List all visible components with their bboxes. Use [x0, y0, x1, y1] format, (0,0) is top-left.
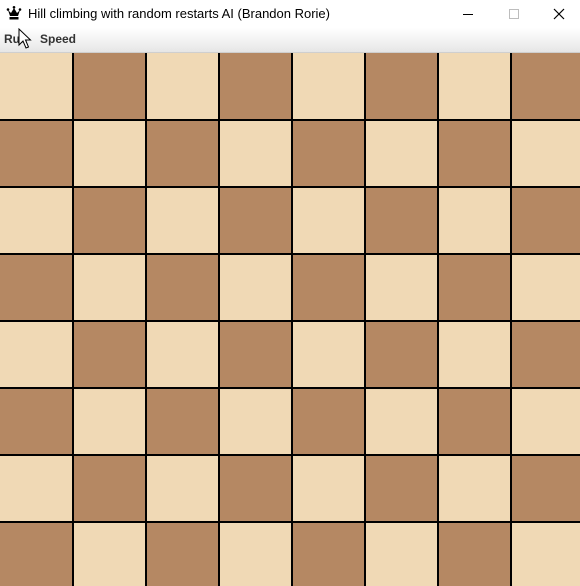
board-square[interactable]	[147, 456, 218, 521]
board-square[interactable]	[0, 53, 72, 119]
title-bar[interactable]: Hill climbing with random restarts AI (B…	[0, 0, 580, 28]
board-square[interactable]	[220, 456, 291, 521]
maximize-icon	[509, 9, 519, 19]
menu-speed[interactable]: Speed	[40, 32, 76, 46]
board-square[interactable]	[512, 456, 580, 521]
mouse-cursor-icon	[18, 28, 32, 49]
board-square[interactable]	[0, 389, 72, 454]
minimize-button[interactable]	[445, 0, 491, 28]
queen-icon	[6, 6, 22, 20]
board-square[interactable]	[439, 456, 510, 521]
board-square[interactable]	[293, 456, 364, 521]
board-square[interactable]	[512, 389, 580, 454]
board-square[interactable]	[293, 322, 364, 387]
board-square[interactable]	[512, 121, 580, 186]
board-square[interactable]	[74, 255, 145, 320]
board-square[interactable]	[0, 456, 72, 521]
board-square[interactable]	[220, 255, 291, 320]
board-square[interactable]	[293, 53, 364, 119]
board-square[interactable]	[0, 255, 72, 320]
board-square[interactable]	[147, 53, 218, 119]
board-square[interactable]	[366, 53, 437, 119]
board-square[interactable]	[74, 322, 145, 387]
board-square[interactable]	[147, 188, 218, 253]
board-square[interactable]	[293, 389, 364, 454]
board-square[interactable]	[293, 523, 364, 586]
board-square[interactable]	[366, 523, 437, 586]
board-square[interactable]	[74, 389, 145, 454]
maximize-button[interactable]	[491, 0, 537, 28]
board-square[interactable]	[0, 188, 72, 253]
board-square[interactable]	[512, 53, 580, 119]
board-square[interactable]	[439, 53, 510, 119]
board-square[interactable]	[74, 188, 145, 253]
board-square[interactable]	[220, 188, 291, 253]
board-square[interactable]	[220, 53, 291, 119]
board-square[interactable]	[439, 389, 510, 454]
board-square[interactable]	[0, 523, 72, 586]
board-square[interactable]	[220, 322, 291, 387]
board-square[interactable]	[512, 255, 580, 320]
board-square[interactable]	[439, 255, 510, 320]
board-square[interactable]	[439, 188, 510, 253]
board-square[interactable]	[366, 322, 437, 387]
board-square[interactable]	[0, 121, 72, 186]
board-square[interactable]	[366, 456, 437, 521]
board-square[interactable]	[439, 322, 510, 387]
close-button[interactable]	[536, 0, 580, 28]
board-square[interactable]	[366, 188, 437, 253]
board-square[interactable]	[147, 322, 218, 387]
board-square[interactable]	[220, 523, 291, 586]
board-square[interactable]	[512, 322, 580, 387]
board-square[interactable]	[366, 255, 437, 320]
board-square[interactable]	[147, 523, 218, 586]
board-square[interactable]	[293, 188, 364, 253]
board-square[interactable]	[74, 53, 145, 119]
chess-board[interactable]	[0, 53, 580, 586]
window-title: Hill climbing with random restarts AI (B…	[28, 6, 330, 21]
close-icon	[553, 8, 565, 20]
board-square[interactable]	[220, 389, 291, 454]
board-square[interactable]	[366, 389, 437, 454]
board-square[interactable]	[0, 322, 72, 387]
board-square[interactable]	[147, 389, 218, 454]
board-square[interactable]	[220, 121, 291, 186]
board-square[interactable]	[439, 121, 510, 186]
menu-bar: Run Speed	[0, 28, 580, 53]
board-square[interactable]	[293, 255, 364, 320]
board-square[interactable]	[74, 523, 145, 586]
board-square[interactable]	[366, 121, 437, 186]
board-square[interactable]	[147, 121, 218, 186]
board-square[interactable]	[293, 121, 364, 186]
app-window: Hill climbing with random restarts AI (B…	[0, 0, 580, 586]
board-square[interactable]	[512, 188, 580, 253]
board-square[interactable]	[439, 523, 510, 586]
minimize-icon	[463, 14, 473, 15]
board-square[interactable]	[74, 456, 145, 521]
board-square[interactable]	[147, 255, 218, 320]
board-square[interactable]	[74, 121, 145, 186]
board-square[interactable]	[512, 523, 580, 586]
